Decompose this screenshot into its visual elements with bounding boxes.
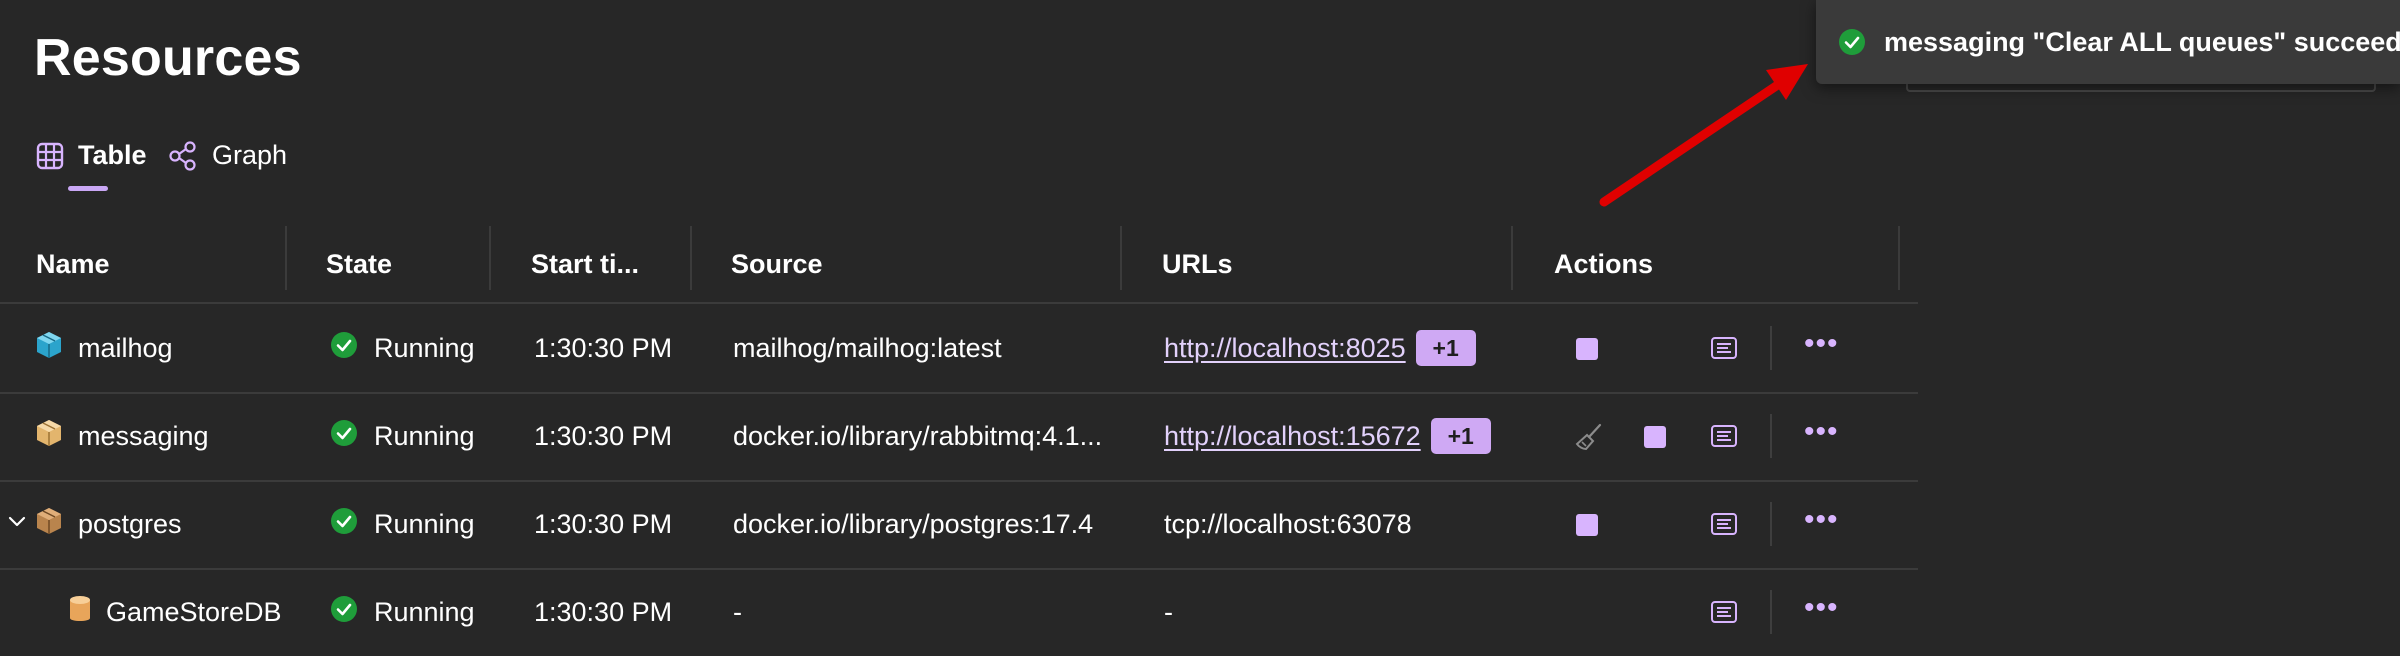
column-header-name[interactable]: Name: [36, 226, 110, 302]
tab-graph[interactable]: Graph: [168, 140, 287, 171]
table-icon: [36, 142, 64, 170]
state-cell: Running: [330, 392, 475, 480]
table-row[interactable]: messaging Running 1:30:30 PM docker.io/l…: [0, 392, 1918, 482]
stop-button[interactable]: [1576, 338, 1598, 360]
column-resize-handle[interactable]: [489, 226, 491, 290]
container-icon: [34, 418, 64, 455]
name-cell: messaging: [34, 392, 209, 480]
more-actions-icon[interactable]: •••: [1804, 329, 1839, 359]
console-logs-icon[interactable]: [1710, 598, 1738, 626]
start-time: 1:30:30 PM: [534, 508, 673, 539]
toast-notification[interactable]: messaging "Clear ALL queues" succeeded: [1816, 0, 2400, 84]
divider: [1770, 326, 1772, 370]
urls-cell: http://localhost:15672 +1: [1164, 392, 1491, 480]
resource-name: messaging: [78, 420, 209, 451]
stop-button[interactable]: [1576, 514, 1598, 536]
state-cell: Running: [330, 568, 475, 656]
url-link[interactable]: http://localhost:15672: [1164, 421, 1421, 452]
column-header-urls[interactable]: URLs: [1162, 226, 1233, 302]
more-urls-badge[interactable]: +1: [1430, 418, 1491, 454]
source-text: -: [733, 596, 742, 627]
start-time: 1:30:30 PM: [534, 596, 673, 627]
column-resize-handle[interactable]: [1511, 226, 1513, 290]
table-row[interactable]: GameStoreDB Running 1:30:30 PM - - •••: [0, 568, 1918, 656]
table-header: Name State Start ti... Source URLs Actio…: [0, 226, 1918, 304]
console-logs-icon[interactable]: [1710, 334, 1738, 362]
divider: [1770, 414, 1772, 458]
success-check-icon: [330, 595, 358, 630]
resource-name: mailhog: [78, 332, 173, 363]
container-icon: [34, 506, 64, 543]
more-urls-badge[interactable]: +1: [1415, 330, 1476, 366]
name-cell: postgres: [34, 480, 182, 568]
state-cell: Running: [330, 304, 475, 392]
tab-table-label: Table: [78, 140, 147, 170]
success-check-icon: [1838, 28, 1866, 56]
more-actions-icon[interactable]: •••: [1804, 593, 1839, 623]
column-resize-handle[interactable]: [285, 226, 287, 290]
state-text: Running: [374, 420, 475, 451]
tab-graph-label: Graph: [212, 140, 288, 170]
column-header-source[interactable]: Source: [731, 226, 823, 302]
state-text: Running: [374, 596, 475, 627]
state-text: Running: [374, 332, 475, 363]
toast-message: messaging "Clear ALL queues" succeeded: [1884, 26, 2400, 57]
state-text: Running: [374, 508, 475, 539]
table-row[interactable]: postgres Running 1:30:30 PM docker.io/li…: [0, 480, 1918, 570]
state-cell: Running: [330, 480, 475, 568]
resource-name: postgres: [78, 508, 182, 539]
success-check-icon: [330, 507, 358, 542]
column-header-actions[interactable]: Actions: [1554, 226, 1653, 302]
resource-name: GameStoreDB: [106, 596, 282, 627]
chevron-down-icon[interactable]: [6, 510, 28, 532]
column-resize-handle[interactable]: [1120, 226, 1122, 290]
filter-input[interactable]: [1906, 84, 2376, 92]
success-check-icon: [330, 419, 358, 454]
database-icon: [68, 594, 92, 631]
tab-table[interactable]: Table: [36, 140, 147, 171]
graph-icon: [168, 140, 198, 171]
source-text: docker.io/library/postgres:17.4: [733, 508, 1094, 539]
source-text: mailhog/mailhog:latest: [733, 332, 1002, 363]
column-resize-handle[interactable]: [1898, 226, 1900, 290]
page-title: Resources: [34, 29, 302, 87]
url-text: -: [1164, 596, 1173, 627]
broom-icon[interactable]: [1574, 422, 1602, 451]
column-header-state[interactable]: State: [326, 226, 392, 302]
table-row[interactable]: mailhog Running 1:30:30 PM mailhog/mailh…: [0, 304, 1918, 394]
console-logs-icon[interactable]: [1710, 510, 1738, 538]
more-actions-icon[interactable]: •••: [1804, 417, 1839, 447]
start-time: 1:30:30 PM: [534, 420, 673, 451]
name-cell: GameStoreDB: [68, 568, 282, 656]
column-header-start-time[interactable]: Start ti...: [531, 226, 639, 302]
name-cell: mailhog: [34, 304, 173, 392]
column-resize-handle[interactable]: [690, 226, 692, 290]
more-actions-icon[interactable]: •••: [1804, 505, 1839, 535]
console-logs-icon[interactable]: [1710, 422, 1738, 450]
urls-cell: http://localhost:8025 +1: [1164, 304, 1476, 392]
success-check-icon: [330, 331, 358, 366]
source-text: docker.io/library/rabbitmq:4.1...: [733, 420, 1103, 451]
container-icon: [34, 330, 64, 367]
tab-selected-indicator: [68, 186, 108, 191]
url-text: tcp://localhost:63078: [1164, 508, 1412, 539]
stop-button[interactable]: [1644, 426, 1666, 448]
divider: [1770, 590, 1772, 634]
url-link[interactable]: http://localhost:8025: [1164, 333, 1406, 364]
start-time: 1:30:30 PM: [534, 332, 673, 363]
divider: [1770, 502, 1772, 546]
